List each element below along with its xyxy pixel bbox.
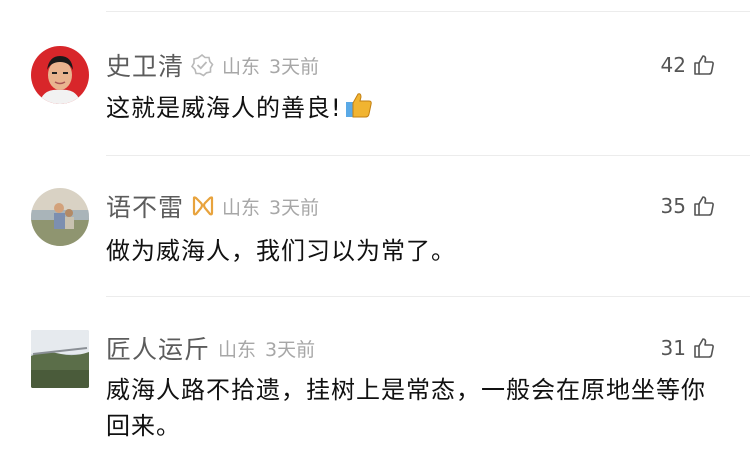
avatar[interactable] [31,330,89,388]
like-count: 31 [660,336,686,360]
avatar[interactable] [31,46,89,104]
thumbs-up-icon [692,336,716,360]
like-button[interactable]: 31 [661,331,716,365]
location: 山东 [222,196,261,219]
divider [106,155,750,156]
thumbs-up-icon [692,194,716,218]
location: 山东 [218,338,257,361]
comment-text-body: 威海人路不拾遗，挂树上是常态，一般会在原地坐等你回来。 [106,376,706,440]
like-button[interactable]: 42 [661,48,716,82]
timestamp: 3天前 [269,55,320,78]
divider [106,296,750,297]
comment-meta: 匠人运斤 山东 3天前 [106,331,315,365]
like-count: 35 [660,194,686,218]
thumbs-up-icon [692,53,716,77]
comment-meta: 语不雷 山东 3天前 [106,189,319,223]
member-badge-icon [190,194,214,218]
thumbs-up-emoji-icon [344,91,374,129]
username[interactable]: 匠人运斤 [106,330,210,366]
username[interactable]: 史卫清 [106,47,184,83]
verified-badge-icon [190,53,214,77]
username[interactable]: 语不雷 [106,188,184,224]
timestamp: 3天前 [265,338,316,361]
like-button[interactable]: 35 [661,189,716,223]
avatar[interactable] [31,188,89,246]
timestamp: 3天前 [269,196,320,219]
comment-text: 做为威海人，我们习以为常了。 [106,233,726,269]
location: 山东 [222,55,261,78]
comment-text: 这就是威海人的善良! [106,90,726,129]
comment-meta: 史卫清 山东 3天前 [106,48,319,82]
comment-text: 威海人路不拾遗，挂树上是常态，一般会在原地坐等你回来。 [106,372,726,444]
comment-text-body: 做为威海人，我们习以为常了。 [106,237,456,265]
top-divider [106,11,750,12]
like-count: 42 [660,53,686,77]
comment-text-body: 这就是威海人的善良! [106,94,342,122]
